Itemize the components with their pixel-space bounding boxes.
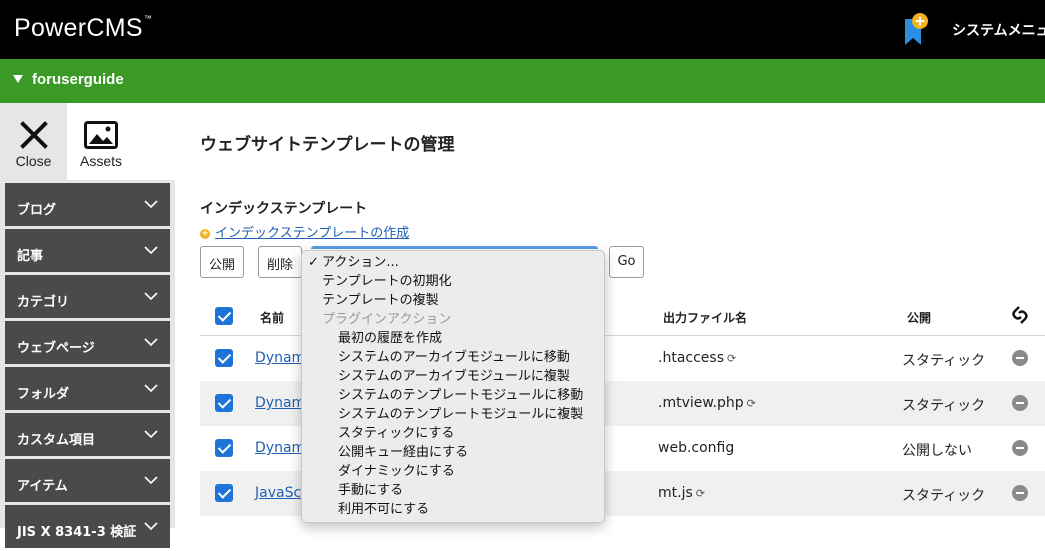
publish-button[interactable]: 公開 [200, 246, 244, 278]
site-name[interactable]: foruserguide [32, 71, 124, 88]
menu-item-make-dynamic[interactable]: ダイナミックにする [302, 462, 604, 481]
sync-icon: ⟳ [695, 487, 705, 500]
column-header-output[interactable]: 出力ファイル名 [663, 309, 747, 326]
minus-circle-icon[interactable] [1012, 485, 1028, 501]
top-bar: PowerCMS™ システムメニュー [0, 0, 1045, 59]
menu-item-copy-to-system-template-module[interactable]: システムのテンプレートモジュールに複製 [302, 405, 604, 424]
publish-type: スタティック [902, 398, 986, 414]
minus-circle-icon[interactable] [1012, 395, 1028, 411]
sidebar-item-label: カスタム項目 [17, 433, 96, 448]
chevron-down-icon [144, 292, 158, 301]
menu-item-copy-template[interactable]: テンプレートの複製 [302, 291, 604, 310]
powercms-logo[interactable]: PowerCMS™ [14, 14, 152, 43]
section-title: インデックステンプレート [200, 201, 368, 217]
sidebar-item-label: カテゴリ [17, 295, 70, 310]
output-filename: web.config [658, 440, 735, 456]
select-all-checkbox[interactable] [215, 307, 233, 325]
sidebar-item-label: ブログ [17, 203, 57, 218]
publish-type: スタティック [902, 353, 986, 369]
plus-icon: + [200, 229, 210, 239]
link-icon [1012, 306, 1028, 324]
template-name-link[interactable]: JavaSc [255, 485, 301, 501]
chevron-down-icon [144, 338, 158, 347]
sidebar-item-categories[interactable]: カテゴリ [5, 275, 170, 318]
menu-item-move-to-system-archive-module[interactable]: システムのアーカイブモジュールに移動 [302, 348, 604, 367]
chevron-down-icon [144, 384, 158, 393]
site-toggle-icon[interactable] [13, 75, 23, 83]
sidebar-item-label: フォルダ [17, 387, 70, 402]
sidebar-item-webpages[interactable]: ウェブページ [5, 321, 170, 364]
sidebar-nav: ブログ 記事 カテゴリ ウェブページ フォルダ カスタム項目 アイテム JIS … [5, 183, 170, 551]
menu-item-create-first-revision[interactable]: 最初の履歴を作成 [302, 329, 604, 348]
menu-group-plugin-actions: プラグインアクション [322, 312, 452, 327]
close-button[interactable]: Close [0, 103, 67, 180]
sidebar-item-label: アイテム [17, 479, 68, 494]
image-icon [84, 121, 118, 149]
delete-button[interactable]: 削除 [258, 246, 302, 278]
assets-button[interactable]: Assets [67, 103, 175, 180]
create-link-text[interactable]: インデックステンプレートの作成 [215, 226, 409, 241]
output-filename: .htaccess ⟳ [658, 350, 737, 366]
sidebar-item-jis-check[interactable]: JIS X 8341-3 検証 [5, 505, 170, 548]
assets-label: Assets [79, 153, 122, 169]
sidebar-item-label: ウェブページ [17, 341, 95, 356]
sidebar-item-assets[interactable]: アイテム [5, 459, 170, 502]
close-icon [20, 121, 48, 149]
output-filename: .mtview.php ⟳ [658, 395, 756, 411]
sidebar-item-custom-fields[interactable]: カスタム項目 [5, 413, 170, 456]
column-header-name[interactable]: 名前 [260, 309, 284, 326]
chevron-down-icon [144, 430, 158, 439]
menu-item-make-queued[interactable]: 公開キュー経由にする [302, 443, 604, 462]
menu-item-make-manual[interactable]: 手動にする [302, 481, 604, 500]
sidebar-item-label: JIS X 8341-3 検証 [17, 525, 137, 540]
sidebar-item-blog[interactable]: ブログ [5, 183, 170, 226]
sync-icon: ⟳ [727, 352, 737, 365]
menu-item-actions[interactable]: ✓ アクション... [302, 253, 604, 272]
checkmark-icon: ✓ [308, 255, 319, 270]
row-checkbox[interactable] [215, 439, 233, 457]
output-filename: mt.js ⟳ [658, 485, 705, 501]
close-label: Close [15, 153, 52, 169]
column-header-publish[interactable]: 公開 [907, 309, 931, 326]
minus-circle-icon[interactable] [1012, 440, 1028, 456]
row-checkbox[interactable] [215, 349, 233, 367]
row-checkbox[interactable] [215, 484, 233, 502]
sidebar-item-label: 記事 [17, 249, 44, 264]
menu-item-move-to-system-template-module[interactable]: システムのテンプレートモジュールに移動 [302, 386, 604, 405]
chevron-down-icon [144, 522, 158, 531]
action-menu: ✓ アクション... テンプレートの初期化 テンプレートの複製 プラグインアクショ… [301, 250, 605, 523]
sidebar-item-folders[interactable]: フォルダ [5, 367, 170, 410]
sidebar-item-entries[interactable]: 記事 [5, 229, 170, 272]
go-button[interactable]: Go [609, 246, 644, 278]
chevron-down-icon [144, 200, 158, 209]
publish-type: スタティック [902, 488, 986, 504]
publish-type: 公開しない [902, 443, 972, 459]
system-menu[interactable]: システムメニュー [952, 20, 1045, 40]
menu-item-make-static[interactable]: スタティックにする [302, 424, 604, 443]
menu-item-copy-to-system-archive-module[interactable]: システムのアーカイブモジュールに複製 [302, 367, 604, 386]
menu-item-make-disabled[interactable]: 利用不可にする [302, 500, 604, 519]
create-index-template-link[interactable]: + インデックステンプレートの作成 [200, 222, 409, 241]
chevron-down-icon [144, 246, 158, 255]
sync-icon: ⟳ [746, 397, 756, 410]
site-bar[interactable]: foruserguide [0, 59, 1045, 103]
row-checkbox[interactable] [215, 394, 233, 412]
page-title: ウェブサイトテンプレートの管理 [200, 135, 455, 155]
minus-circle-icon[interactable] [1012, 350, 1028, 366]
menu-item-refresh-template[interactable]: テンプレートの初期化 [302, 272, 604, 291]
add-bookmark-icon[interactable] [903, 13, 929, 47]
chevron-down-icon [144, 476, 158, 485]
